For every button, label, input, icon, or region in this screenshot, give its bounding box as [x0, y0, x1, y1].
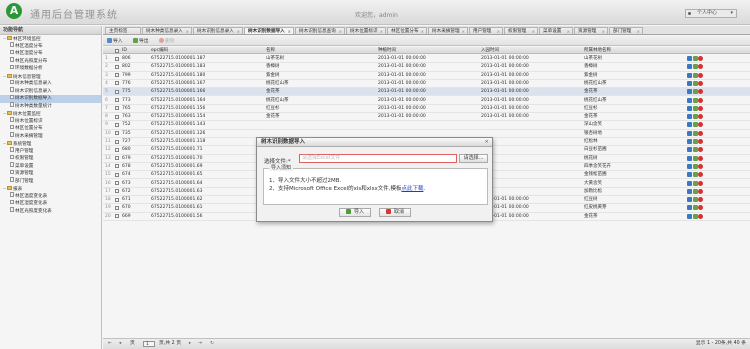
cancel-icon: [385, 209, 391, 214]
confirm-import-button[interactable]: 导入: [339, 208, 371, 217]
file-label: 选择文件:*: [264, 159, 291, 165]
import-dialog: 树木识别数据导入 × 选择文件:* 请选择Excel文件 请选择... 导入须知…: [256, 137, 493, 222]
notes-fieldset: 导入须知 1、导入文件大小不超过2MB. 2、支持Microsoft Offic…: [263, 165, 488, 205]
template-download-link[interactable]: 点此下载: [401, 186, 423, 192]
cancel-button[interactable]: 取消: [379, 208, 411, 217]
cancel-label: 取消: [393, 209, 404, 215]
notes-legend: 导入须知: [269, 165, 294, 171]
note-size-limit: 1、导入文件大小不超过2MB.: [269, 178, 342, 184]
browse-button[interactable]: 请选择...: [459, 154, 488, 163]
dialog-title: 树木识别数据导入: [257, 138, 492, 147]
note-format-text: 2、支持Microsoft Office Excel的xls和xlsx文件,模板: [269, 186, 402, 192]
confirm-import-label: 导入: [353, 209, 364, 215]
file-input[interactable]: 请选择Excel文件: [299, 154, 457, 163]
note-format-end: .: [423, 186, 426, 192]
import-icon: [345, 209, 351, 214]
note-format: 2、支持Microsoft Office Excel的xls和xlsx文件,模板…: [269, 184, 425, 192]
close-icon[interactable]: ×: [484, 139, 489, 145]
